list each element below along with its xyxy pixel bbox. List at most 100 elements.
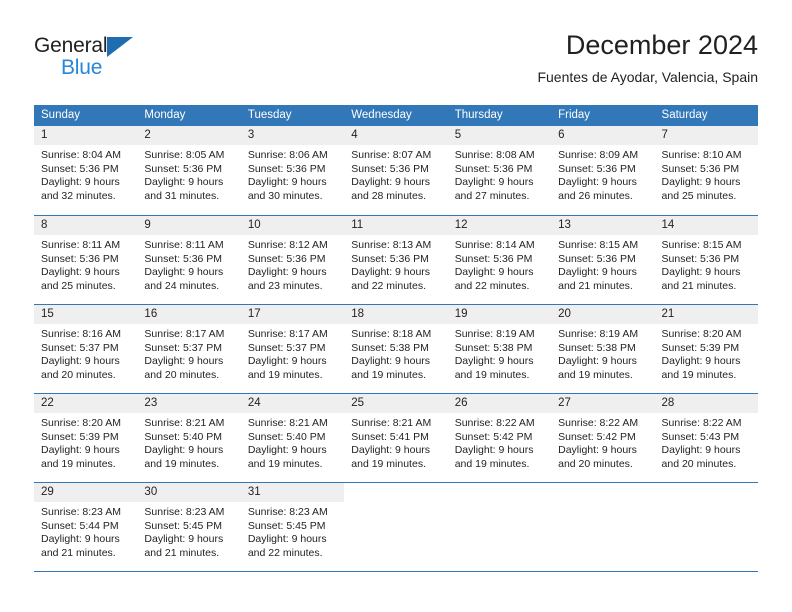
day-cell[interactable]: 29 Sunrise: 8:23 AM Sunset: 5:44 PM Dayligh…	[34, 483, 138, 571]
day-sunset-text: Sunset: 5:37 PM	[144, 341, 223, 354]
calendar-week-row: 22 Sunrise: 8:20 AM Sunset: 5:39 PM Dayligh…	[34, 393, 758, 482]
day-daylight-line1-text: Daylight: 9 hours	[558, 444, 637, 457]
day-details: Sunrise: 8:22 AM Sunset: 5:42 PM Daylight:…	[551, 413, 654, 471]
day-cell[interactable]: 13 Sunrise: 8:15 AM Sunset: 5:36 PM Dayligh…	[551, 216, 655, 304]
day-sunset-text: Sunset: 5:36 PM	[144, 162, 223, 175]
day-cell[interactable]: 16 Sunrise: 8:17 AM Sunset: 5:37 PM Dayligh…	[137, 305, 241, 393]
day-cell[interactable]: 5 Sunrise: 8:08 AM Sunset: 5:36 PM Daylight…	[447, 126, 552, 215]
day-sunrise-text: Sunrise: 8:18 AM	[351, 328, 432, 340]
day-daylight-line1-text: Daylight: 9 hours	[247, 444, 327, 457]
day-daylight-line1-text: Daylight: 9 hours	[351, 355, 431, 368]
day-details: Sunrise: 8:21 AM Sunset: 5:41 PM Daylight:…	[344, 413, 447, 471]
day-cell[interactable]: 27 Sunrise: 8:22 AM Sunset: 5:42 PM Dayligh…	[551, 394, 655, 482]
day-cell[interactable]: 22 Sunrise: 8:20 AM Sunset: 5:39 PM Dayligh…	[34, 394, 138, 482]
day-details: Sunrise: 8:12 AM Sunset: 5:36 PM Daylight:…	[241, 235, 344, 293]
day-daylight-line1-text: Daylight: 9 hours	[144, 444, 224, 457]
day-sunrise-text: Sunrise: 8:21 AM	[351, 417, 432, 429]
day-cell[interactable]: 3 Sunrise: 8:06 AM Sunset: 5:36 PM Daylight…	[240, 126, 345, 215]
day-cell[interactable]: 2 Sunrise: 8:05 AM Sunset: 5:36 PM Daylight…	[137, 126, 241, 215]
page-header: General Blue December 2024 Fuentes de Ay…	[34, 28, 758, 98]
day-cell[interactable]: 24 Sunrise: 8:21 AM Sunset: 5:40 PM Dayligh…	[240, 394, 345, 482]
day-sunrise-text: Sunrise: 8:20 AM	[661, 328, 742, 340]
day-sunset-text: Sunset: 5:36 PM	[247, 162, 326, 175]
day-cell[interactable]: 28 Sunrise: 8:22 AM Sunset: 5:43 PM Dayligh…	[654, 394, 758, 482]
day-cell[interactable]: 11 Sunrise: 8:13 AM Sunset: 5:36 PM Dayligh…	[344, 216, 448, 304]
day-daylight-line1-text: Daylight: 9 hours	[144, 533, 224, 546]
day-cell[interactable]: 15 Sunrise: 8:16 AM Sunset: 5:37 PM Dayligh…	[34, 305, 138, 393]
day-daylight-line1-text: Daylight: 9 hours	[558, 355, 637, 368]
day-number	[551, 483, 654, 502]
day-sunrise-text: Sunrise: 8:22 AM	[661, 417, 742, 429]
day-cell[interactable]: 1 Sunrise: 8:04 AM Sunset: 5:36 PM Daylight…	[34, 126, 138, 215]
day-details: Sunrise: 8:04 AM Sunset: 5:36 PM Daylight:…	[34, 145, 137, 203]
day-daylight-line1-text: Daylight: 9 hours	[41, 266, 120, 279]
general-blue-logo[interactable]: General Blue	[34, 34, 154, 86]
day-details: Sunrise: 8:18 AM Sunset: 5:38 PM Daylight:…	[344, 324, 447, 382]
day-sunrise-text: Sunrise: 8:22 AM	[558, 417, 639, 429]
day-cell[interactable]: 4 Sunrise: 8:07 AM Sunset: 5:36 PM Daylight…	[344, 126, 448, 215]
day-daylight-line2-text: and 31 minutes.	[144, 189, 220, 202]
day-sunrise-text: Sunrise: 8:07 AM	[351, 149, 432, 161]
day-sunset-text: Sunset: 5:40 PM	[247, 430, 326, 443]
calendar-weeks: 1 Sunrise: 8:04 AM Sunset: 5:36 PM Daylight…	[34, 126, 758, 571]
day-cell[interactable]: 10 Sunrise: 8:12 AM Sunset: 5:36 PM Dayligh…	[240, 216, 345, 304]
day-cell[interactable]: 31 Sunrise: 8:23 AM Sunset: 5:45 PM Dayligh…	[240, 483, 345, 571]
day-details	[344, 502, 447, 506]
title-block: December 2024 Fuentes de Ayodar, Valenci…	[537, 28, 758, 88]
day-cell[interactable]: 23 Sunrise: 8:21 AM Sunset: 5:40 PM Dayligh…	[137, 394, 241, 482]
day-details: Sunrise: 8:23 AM Sunset: 5:44 PM Daylight:…	[34, 502, 137, 560]
calendar-week-row: 15 Sunrise: 8:16 AM Sunset: 5:37 PM Dayligh…	[34, 304, 758, 393]
day-details: Sunrise: 8:17 AM Sunset: 5:37 PM Daylight:…	[241, 324, 344, 382]
day-details: Sunrise: 8:05 AM Sunset: 5:36 PM Daylight:…	[137, 145, 240, 203]
day-details: Sunrise: 8:21 AM Sunset: 5:40 PM Daylight:…	[137, 413, 240, 471]
day-cell[interactable]: 26 Sunrise: 8:22 AM Sunset: 5:42 PM Dayligh…	[447, 394, 552, 482]
day-number: 8	[34, 216, 138, 235]
day-daylight-line2-text: and 22 minutes.	[454, 279, 530, 292]
day-details: Sunrise: 8:20 AM Sunset: 5:39 PM Daylight:…	[655, 324, 758, 382]
day-sunrise-text: Sunrise: 8:13 AM	[351, 239, 432, 251]
day-daylight-line1-text: Daylight: 9 hours	[41, 355, 120, 368]
day-cell[interactable]: 6 Sunrise: 8:09 AM Sunset: 5:36 PM Daylight…	[551, 126, 655, 215]
day-cell[interactable]: 19 Sunrise: 8:19 AM Sunset: 5:38 PM Dayligh…	[447, 305, 552, 393]
day-daylight-line1-text: Daylight: 9 hours	[661, 355, 741, 368]
calendar-week-row: 29 Sunrise: 8:23 AM Sunset: 5:44 PM Dayligh…	[34, 482, 758, 571]
day-sunset-text: Sunset: 5:42 PM	[558, 430, 636, 443]
day-sunrise-text: Sunrise: 8:06 AM	[247, 149, 328, 161]
day-number: 25	[344, 394, 448, 413]
calendar-week-row: 1 Sunrise: 8:04 AM Sunset: 5:36 PM Daylight…	[34, 126, 758, 215]
day-daylight-line2-text: and 19 minutes.	[247, 457, 323, 470]
day-cell[interactable]: 20 Sunrise: 8:19 AM Sunset: 5:38 PM Dayligh…	[551, 305, 655, 393]
day-daylight-line1-text: Daylight: 9 hours	[661, 444, 741, 457]
day-sunset-text: Sunset: 5:44 PM	[41, 519, 119, 532]
day-cell[interactable]: 30 Sunrise: 8:23 AM Sunset: 5:45 PM Dayligh…	[137, 483, 241, 571]
day-number: 26	[447, 394, 552, 413]
day-cell[interactable]: 17 Sunrise: 8:17 AM Sunset: 5:37 PM Dayligh…	[240, 305, 345, 393]
day-sunrise-text: Sunrise: 8:19 AM	[558, 328, 639, 340]
day-details: Sunrise: 8:21 AM Sunset: 5:40 PM Daylight:…	[241, 413, 344, 471]
day-cell[interactable]: 21 Sunrise: 8:20 AM Sunset: 5:39 PM Dayligh…	[654, 305, 758, 393]
day-number: 6	[551, 126, 655, 145]
day-number: 7	[654, 126, 758, 145]
day-details: Sunrise: 8:19 AM Sunset: 5:38 PM Daylight:…	[551, 324, 654, 382]
day-details: Sunrise: 8:10 AM Sunset: 5:36 PM Daylight:…	[655, 145, 758, 203]
day-daylight-line2-text: and 19 minutes.	[558, 368, 633, 381]
day-cell[interactable]: 12 Sunrise: 8:14 AM Sunset: 5:36 PM Dayligh…	[447, 216, 552, 304]
day-cell[interactable]: 25 Sunrise: 8:21 AM Sunset: 5:41 PM Dayligh…	[344, 394, 448, 482]
day-cell[interactable]: 8 Sunrise: 8:11 AM Sunset: 5:36 PM Daylight…	[34, 216, 138, 304]
day-cell[interactable]: 9 Sunrise: 8:11 AM Sunset: 5:36 PM Daylight…	[137, 216, 241, 304]
day-sunset-text: Sunset: 5:36 PM	[351, 162, 429, 175]
day-daylight-line1-text: Daylight: 9 hours	[558, 266, 637, 279]
weekday-header-monday: Monday	[144, 109, 186, 121]
day-details: Sunrise: 8:06 AM Sunset: 5:36 PM Daylight:…	[241, 145, 344, 203]
day-daylight-line1-text: Daylight: 9 hours	[247, 266, 327, 279]
day-cell[interactable]: 14 Sunrise: 8:15 AM Sunset: 5:36 PM Dayligh…	[654, 216, 758, 304]
day-cell[interactable]: 18 Sunrise: 8:18 AM Sunset: 5:38 PM Dayligh…	[344, 305, 448, 393]
day-cell[interactable]: 7 Sunrise: 8:10 AM Sunset: 5:36 PM Daylight…	[654, 126, 758, 215]
day-sunset-text: Sunset: 5:36 PM	[247, 252, 326, 265]
day-sunset-text: Sunset: 5:37 PM	[41, 341, 119, 354]
day-sunrise-text: Sunrise: 8:12 AM	[247, 239, 328, 251]
day-sunset-text: Sunset: 5:36 PM	[661, 252, 740, 265]
weekday-header-wednesday: Wednesday	[351, 109, 412, 121]
day-number: 24	[240, 394, 345, 413]
day-sunset-text: Sunset: 5:45 PM	[144, 519, 223, 532]
